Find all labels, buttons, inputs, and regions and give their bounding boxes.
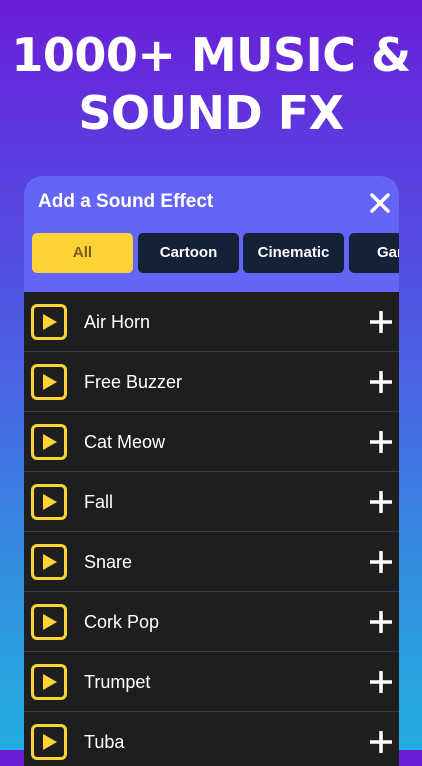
tab-cartoon[interactable]: Cartoon [138,233,239,273]
list-item: Air Horn [24,292,399,352]
sound-name: Cat Meow [84,432,166,452]
close-button[interactable] [367,190,393,216]
sound-name: Fall [84,492,114,512]
tab-cinematic[interactable]: Cinematic [243,233,344,273]
plus-icon [370,371,392,393]
add-button[interactable] [369,310,393,334]
sound-name: Cork Pop [84,612,160,632]
play-button[interactable] [31,664,67,700]
sound-name: Air Horn [84,312,151,332]
headline-line-1: 1000+ MUSIC & [11,28,411,82]
plus-icon [370,611,392,633]
list-item: Cork Pop [24,592,399,652]
list-item: Snare [24,532,399,592]
list-item: Trumpet [24,652,399,712]
play-icon [43,314,57,330]
close-icon [370,193,390,213]
list-item: Fall [24,472,399,532]
add-button[interactable] [369,430,393,454]
headline-line-2: SOUND FX [78,86,344,140]
play-button[interactable] [31,604,67,640]
list-item: Cat Meow [24,412,399,472]
sound-name: Trumpet [84,672,151,692]
panel-title: Add a Sound Effect [38,191,214,212]
play-icon [43,434,57,450]
category-tabs: All Cartoon Cinematic Gam [32,233,399,273]
plus-icon [370,431,392,453]
sound-name: Snare [84,552,133,572]
play-button[interactable] [31,724,67,760]
list-item: Free Buzzer [24,352,399,412]
promo-headline: 1000+ MUSIC & SOUND FX [0,26,422,142]
play-icon [43,614,57,630]
add-button[interactable] [369,610,393,634]
play-icon [43,554,57,570]
play-icon [43,734,57,750]
plus-icon [370,671,392,693]
list-item: Tuba [24,712,399,766]
add-button[interactable] [369,490,393,514]
play-button[interactable] [31,424,67,460]
panel-header: Add a Sound Effect All Cartoon Cinematic… [24,176,399,292]
tab-games[interactable]: Gam [349,233,399,273]
tab-all[interactable]: All [32,233,133,273]
sound-effect-panel: Add a Sound Effect All Cartoon Cinematic… [24,176,399,766]
play-button[interactable] [31,304,67,340]
add-button[interactable] [369,730,393,754]
plus-icon [370,551,392,573]
play-icon [43,494,57,510]
play-button[interactable] [31,484,67,520]
play-icon [43,374,57,390]
plus-icon [370,491,392,513]
plus-icon [370,311,392,333]
play-button[interactable] [31,544,67,580]
plus-icon [370,731,392,753]
play-button[interactable] [31,364,67,400]
sound-name: Free Buzzer [84,372,183,392]
play-icon [43,674,57,690]
sound-list: Air Horn Free Buzzer Cat Meow Fall Snare… [24,292,399,766]
add-button[interactable] [369,370,393,394]
add-button[interactable] [369,670,393,694]
add-button[interactable] [369,550,393,574]
